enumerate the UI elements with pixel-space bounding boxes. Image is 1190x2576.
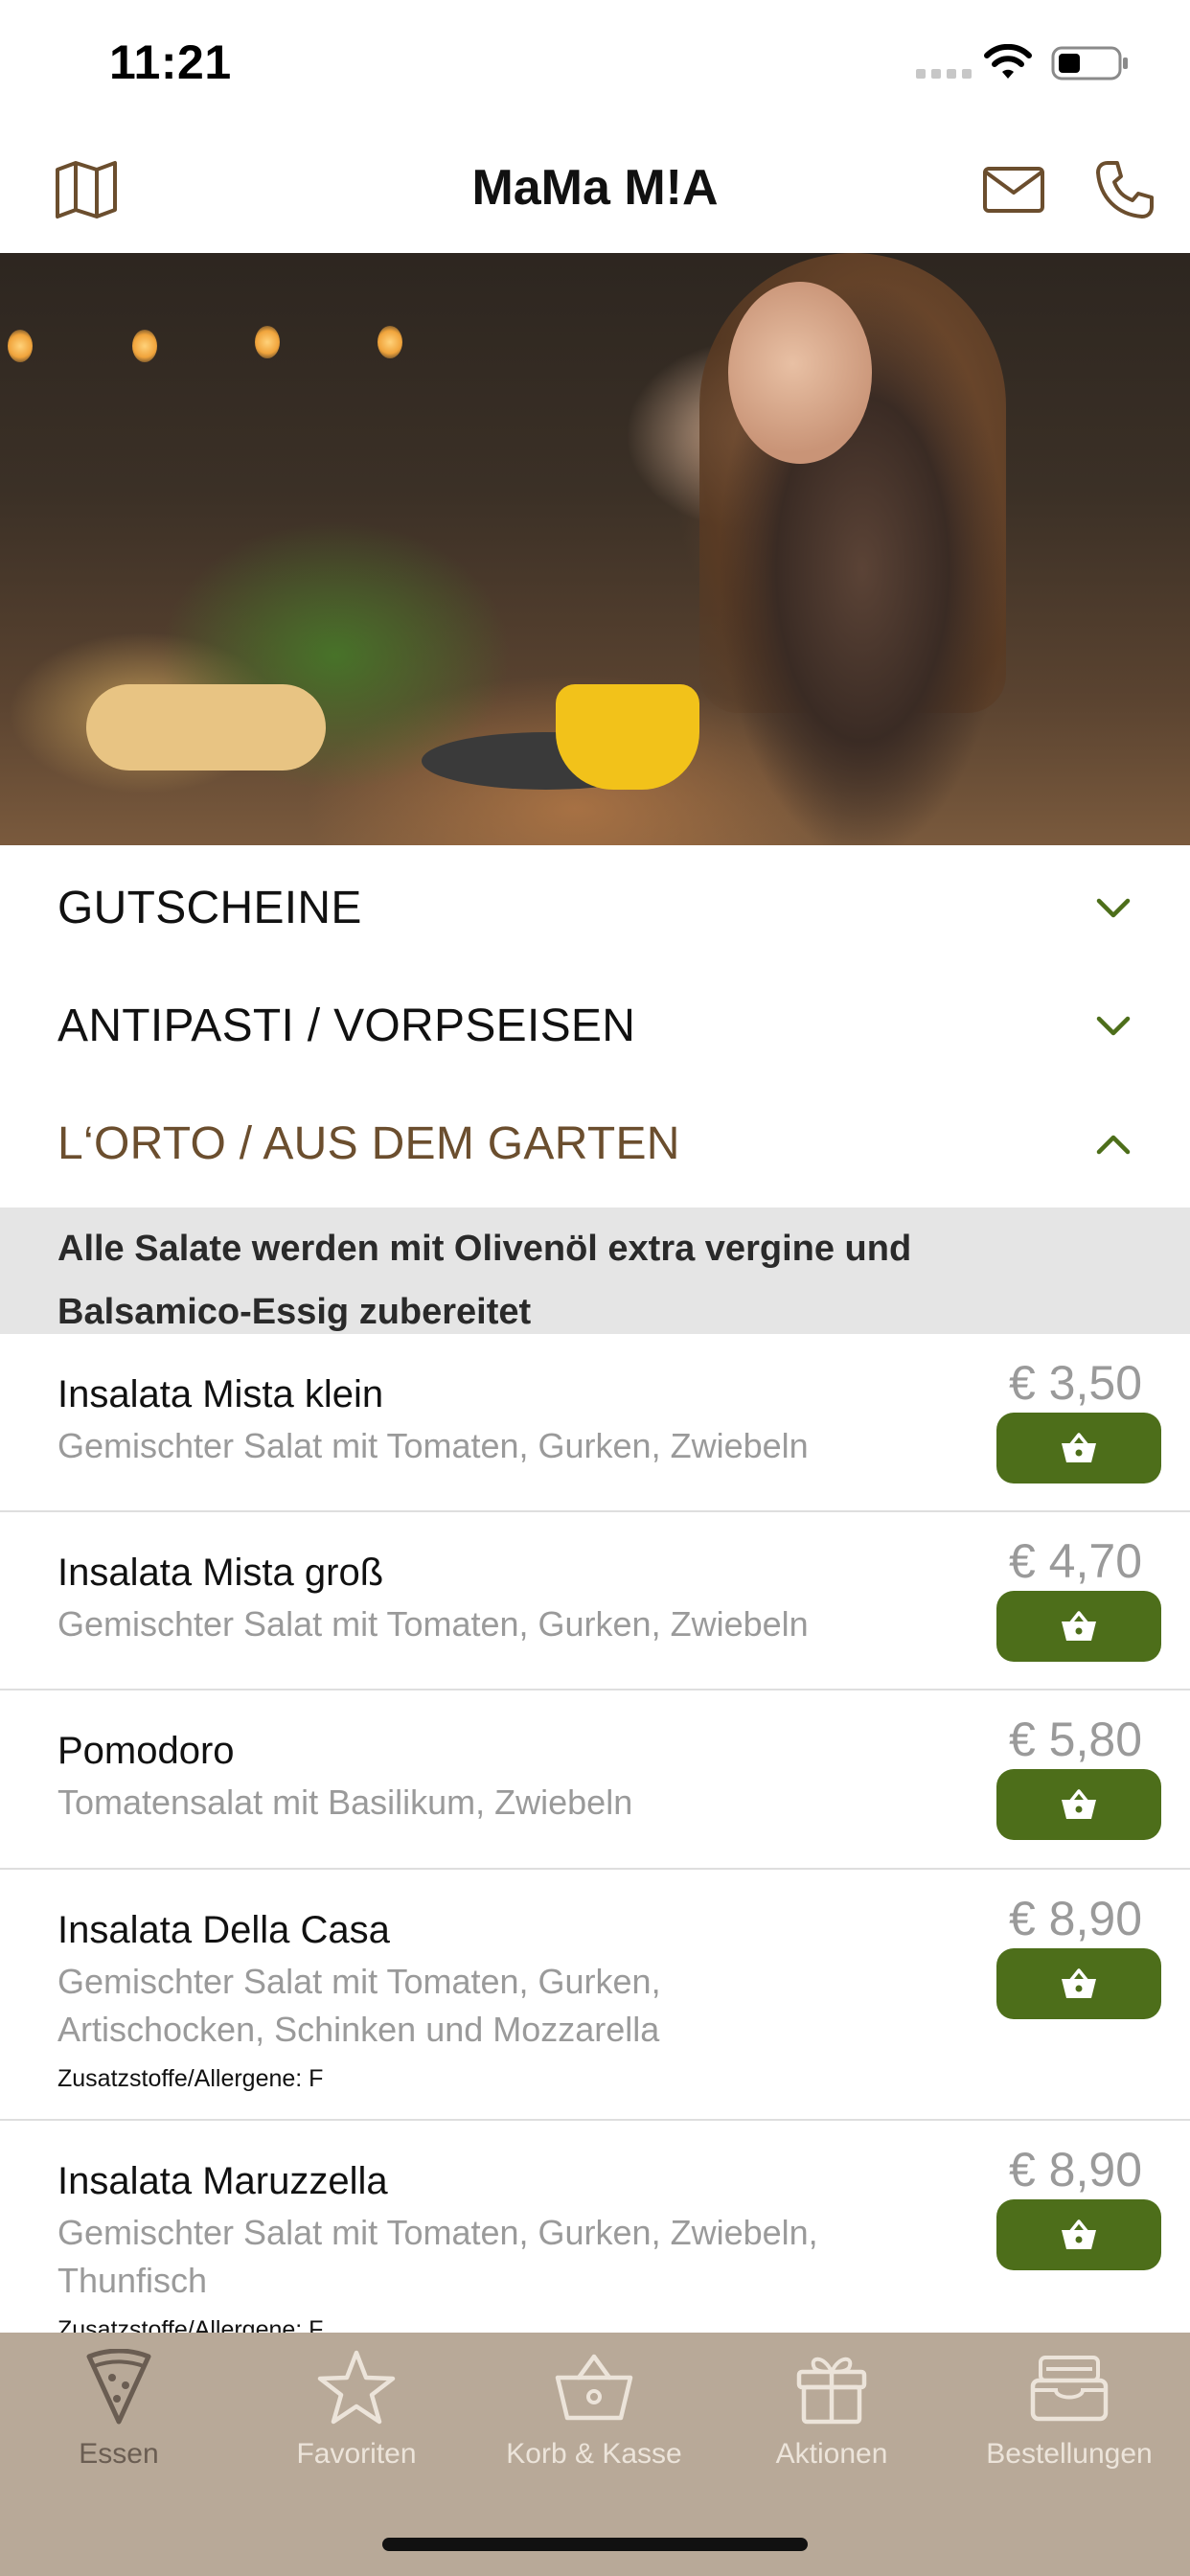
email-button[interactable] [977,155,1050,224]
item-description: Gemischter Salat mit Tomaten, Gurken, Zw… [57,2213,818,2300]
item-price: € 5,80 [1008,1713,1142,1766]
star-icon [313,2344,400,2430]
tab-bestellungen[interactable]: Bestellungen [950,2344,1188,2471]
item-price: € 8,90 [1008,1892,1142,1945]
item-description: Tomatensalat mit Basilikum, Zwiebeln [57,1782,633,1822]
item-description: Gemischter Salat mit Tomaten, Gurken, Zw… [57,1604,809,1644]
tab-label: Aktionen [775,2438,888,2470]
wifi-icon [984,44,1032,79]
category-info-banner: Alle Salate werden mit Olivenöl extra ve… [0,1208,1190,1334]
hero-image [0,253,1190,845]
tab-label: Essen [79,2438,159,2470]
item-name: Insalata Mista groß [57,1552,384,1594]
menu-item[interactable]: Pomodoro Tomatensalat mit Basilikum, Zwi… [0,1690,1190,1870]
menu-item[interactable]: Insalata Mista groß Gemischter Salat mit… [0,1512,1190,1690]
basket-icon [1062,2220,1096,2249]
basket-icon [1062,1789,1096,1819]
item-allergens: Zusatzstoffe/Allergene: F [57,2316,324,2333]
basket-icon [1062,1968,1096,1998]
navigation-bar: MaMa M!A [0,126,1190,253]
category-gutscheine[interactable]: GUTSCHEINE [0,849,1190,967]
tab-label: Favoriten [296,2438,417,2470]
chevron-up-icon [1094,1130,1133,1159]
item-description: Gemischter Salat mit Tomaten, Gurken, Zw… [57,1426,809,1465]
item-price: € 8,90 [1008,2143,1142,2196]
add-to-basket-button[interactable] [996,1591,1161,1662]
tab-essen[interactable]: Essen [0,2344,238,2471]
category-label: GUTSCHEINE [57,883,362,933]
menu-item[interactable]: Insalata Della Casa Gemischter Salat mit… [0,1870,1190,2121]
basket-icon [1062,1433,1096,1462]
item-name: Pomodoro [57,1730,235,1772]
tab-label: Bestellungen [986,2438,1153,2470]
call-button[interactable] [1088,155,1161,224]
info-text-line-1: Alle Salate werden mit Olivenöl extra ve… [57,1229,912,1269]
basket-icon [551,2344,637,2430]
menu-item[interactable]: Insalata Maruzzella Gemischter Salat mit… [0,2121,1190,2333]
menu-item[interactable]: Insalata Mista klein Gemischter Salat mi… [0,1334,1190,1512]
category-orto[interactable]: L‘ORTO / AUS DEM GARTEN [0,1085,1190,1203]
inbox-tray-icon [1026,2344,1112,2430]
status-time: 11:21 [109,35,232,89]
tab-label: Korb & Kasse [506,2438,682,2470]
tab-korb-kasse[interactable]: Korb & Kasse [475,2344,713,2471]
tab-bar: Essen Favoriten Korb & Kasse Aktionen Be… [0,2333,1190,2576]
chevron-down-icon [1094,894,1133,923]
item-name: Insalata Maruzzella [57,2160,388,2202]
item-price: € 4,70 [1008,1534,1142,1588]
menu-item-list: Insalata Mista klein Gemischter Salat mi… [0,1334,1190,2333]
status-bar: 11:21 [0,0,1190,126]
cellular-signal-icon [916,69,972,79]
item-description: Gemischter Salat mit Tomaten, Gurken, Ar… [57,1962,661,2049]
gift-icon [789,2344,875,2430]
tab-aktionen[interactable]: Aktionen [713,2344,950,2471]
pizza-slice-icon [76,2344,162,2430]
category-label: L‘ORTO / AUS DEM GARTEN [57,1118,680,1169]
add-to-basket-button[interactable] [996,1948,1161,2019]
home-indicator[interactable] [382,2538,808,2551]
chevron-down-icon [1094,1012,1133,1041]
item-name: Insalata Della Casa [57,1909,390,1951]
add-to-basket-button[interactable] [996,2199,1161,2270]
tab-favoriten[interactable]: Favoriten [238,2344,475,2471]
item-price: € 3,50 [1008,1356,1142,1410]
item-allergens: Zusatzstoffe/Allergene: F [57,2065,324,2092]
battery-icon [1051,46,1128,80]
add-to-basket-button[interactable] [996,1413,1161,1484]
phone-icon [1096,161,1154,218]
add-to-basket-button[interactable] [996,1769,1161,1840]
mail-icon [983,167,1044,213]
category-label: ANTIPASTI / VORPSEISEN [57,1000,636,1051]
category-antipasti[interactable]: ANTIPASTI / VORPSEISEN [0,967,1190,1085]
basket-icon [1062,1611,1096,1641]
item-name: Insalata Mista klein [57,1373,384,1415]
